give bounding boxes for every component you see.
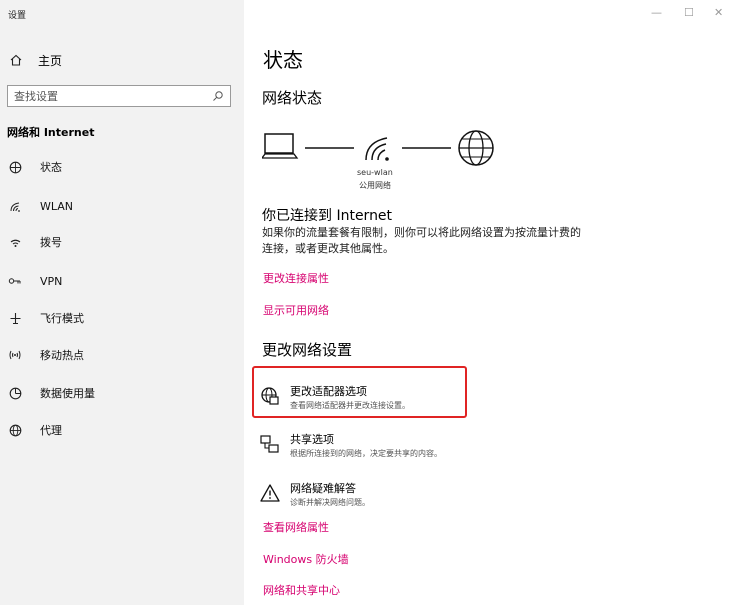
search-input[interactable] xyxy=(14,89,212,103)
airplane-icon xyxy=(8,312,22,325)
option-description: 诊断并解决网络问题。 xyxy=(290,498,370,507)
sharing-icon xyxy=(260,434,280,454)
view-network-properties-link[interactable]: 查看网络属性 xyxy=(263,519,329,535)
sidebar-item-label: 状态 xyxy=(40,161,62,174)
windows-firewall-link[interactable]: Windows 防火墙 xyxy=(263,551,349,567)
close-button[interactable]: ✕ xyxy=(714,6,723,19)
option-title: 网络疑难解答 xyxy=(290,482,356,495)
search-box[interactable] xyxy=(7,85,231,107)
connected-description: 如果你的流量套餐有限制，则你可以将此网络设置为按流量计费的连接，或者更改其他属性… xyxy=(262,226,581,255)
network-type: 公用网络 xyxy=(359,181,391,190)
sidebar-item-label: 飞行模式 xyxy=(40,312,84,325)
maximize-button[interactable]: ☐ xyxy=(684,6,694,19)
wifi-signal-icon xyxy=(365,137,389,161)
sidebar-item-label: 拨号 xyxy=(40,236,62,249)
show-available-networks-link[interactable]: 显示可用网络 xyxy=(263,302,329,318)
wifi-icon xyxy=(8,200,22,213)
network-sharing-center-link[interactable]: 网络和共享中心 xyxy=(263,582,340,598)
option-description: 查看网络适配器并更改连接设置。 xyxy=(290,401,410,410)
option-title: 更改适配器选项 xyxy=(290,385,367,398)
sidebar-item-label: 主页 xyxy=(38,53,63,68)
sidebar-item-home[interactable]: 主页 xyxy=(8,52,62,68)
network-diagram xyxy=(262,130,494,166)
status-icon xyxy=(8,161,22,174)
page-title: 状态 xyxy=(263,48,303,72)
sidebar-item-label: 代理 xyxy=(40,424,62,437)
sidebar: 设置 主页 网络和 Internet 状态 WLAN 拨号 V xyxy=(0,0,244,605)
proxy-icon xyxy=(8,424,22,437)
hotspot-icon xyxy=(8,349,22,361)
data-usage-icon xyxy=(8,387,22,400)
sidebar-item-hotspot[interactable]: 移动热点 xyxy=(8,346,84,364)
window-title: 设置 xyxy=(8,11,27,21)
sidebar-item-wlan[interactable]: WLAN xyxy=(8,197,73,215)
change-connection-properties-link[interactable]: 更改连接属性 xyxy=(263,270,329,286)
sidebar-item-proxy[interactable]: 代理 xyxy=(8,421,62,439)
sidebar-item-status[interactable]: 状态 xyxy=(8,158,62,176)
adapter-icon xyxy=(260,386,280,406)
warning-icon xyxy=(260,483,280,503)
search-icon[interactable] xyxy=(212,87,224,106)
change-network-settings-heading: 更改网络设置 xyxy=(262,341,353,359)
sharing-options[interactable]: 共享选项 根据所连接到的网络，决定要共享的内容。 xyxy=(258,431,470,465)
sidebar-item-data-usage[interactable]: 数据使用量 xyxy=(8,384,95,402)
sidebar-item-label: VPN xyxy=(40,274,63,288)
connected-title: 你已连接到 Internet xyxy=(262,208,393,224)
option-description: 根据所连接到的网络，决定要共享的内容。 xyxy=(290,449,442,458)
network-troubleshooter[interactable]: 网络疑难解答 诊断并解决网络问题。 xyxy=(258,480,470,514)
network-ssid: seu-wlan xyxy=(357,168,393,177)
network-status-heading: 网络状态 xyxy=(262,89,323,107)
sidebar-item-airplane[interactable]: 飞行模式 xyxy=(8,309,84,327)
dialup-icon xyxy=(8,236,22,249)
home-icon xyxy=(8,53,24,67)
main-content: — ☐ ✕ 状态 网络状态 seu-wlan 公用网络 你已连接到 Intern… xyxy=(244,0,738,605)
sidebar-item-label: 数据使用量 xyxy=(40,387,95,400)
sidebar-item-label: WLAN xyxy=(40,199,74,213)
sidebar-item-dialup[interactable]: 拨号 xyxy=(8,233,62,251)
sidebar-item-vpn[interactable]: VPN xyxy=(8,272,62,290)
minimize-button[interactable]: — xyxy=(651,6,662,19)
globe-icon xyxy=(458,130,494,166)
laptop-icon xyxy=(262,133,299,159)
sidebar-item-label: 移动热点 xyxy=(40,349,84,362)
change-adapter-options[interactable]: 更改适配器选项 查看网络适配器并更改连接设置。 xyxy=(258,383,470,417)
sidebar-section-title: 网络和 Internet xyxy=(7,126,95,139)
vpn-icon xyxy=(8,276,22,286)
option-title: 共享选项 xyxy=(290,433,334,446)
